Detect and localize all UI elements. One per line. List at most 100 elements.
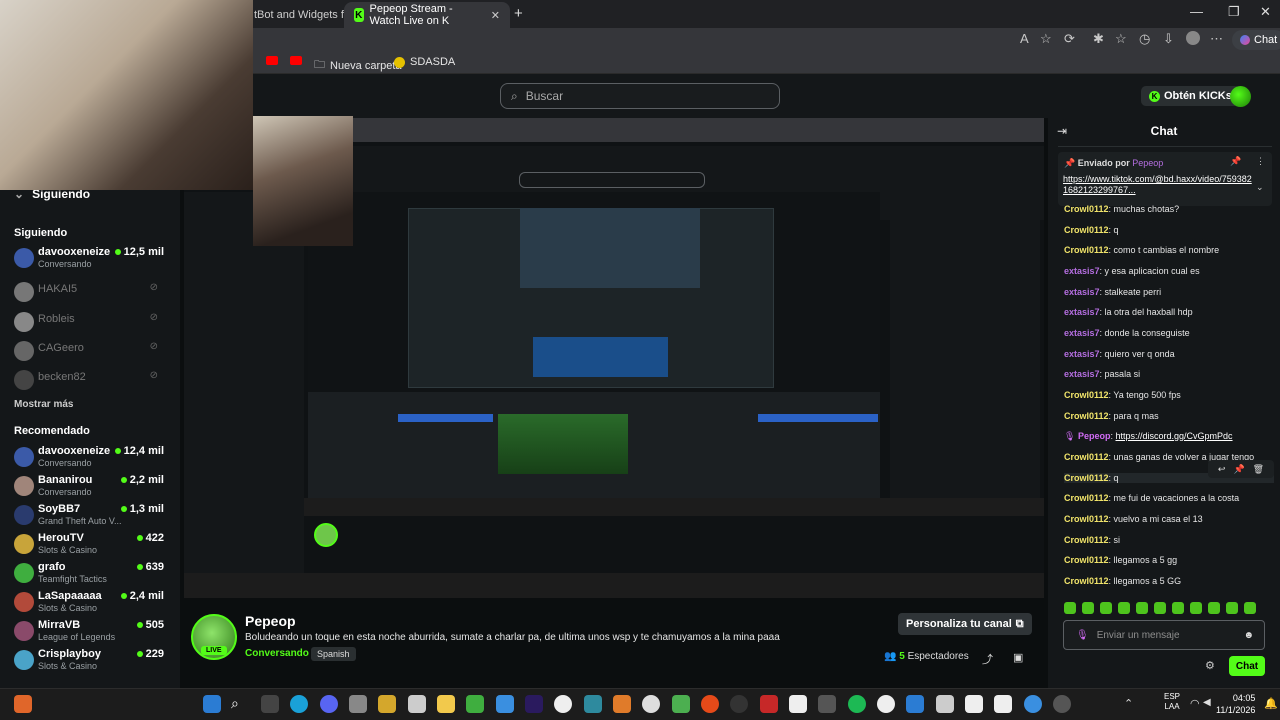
chat-username[interactable]: extasis7 xyxy=(1064,369,1100,379)
sidebar-rec-item[interactable]: MirraVB League of Legends 505 xyxy=(14,619,164,643)
search-icon[interactable]: ⌕ xyxy=(231,695,249,713)
download-icon[interactable]: ⇩ xyxy=(1163,31,1174,47)
spotify-icon[interactable] xyxy=(848,695,866,713)
emote-icon[interactable] xyxy=(1190,602,1202,614)
taskbar-app-icon[interactable] xyxy=(818,695,836,713)
tab-kick-stream[interactable]: K Pepeop Stream - Watch Live on K ✕ xyxy=(344,2,510,28)
chat-username[interactable]: Crowl0112 xyxy=(1064,204,1109,214)
chat-username[interactable]: Crowl0112 xyxy=(1064,555,1109,565)
pinned-by-user[interactable]: Pepeop xyxy=(1132,158,1163,168)
search-input[interactable]: ⌕ Buscar xyxy=(500,83,780,109)
sidebar-rec-item[interactable]: grafo Teamfight Tactics 639 xyxy=(14,561,164,585)
show-more-link[interactable]: Mostrar más xyxy=(14,399,73,410)
chat-username[interactable]: extasis7 xyxy=(1064,307,1100,317)
settings-icon[interactable] xyxy=(349,695,367,713)
chat-username[interactable]: Crowl0112 xyxy=(1064,535,1109,545)
sidebar-item-hakai5[interactable]: HAKAI5 ⊘ xyxy=(14,280,164,304)
adobe-animate-icon[interactable] xyxy=(525,695,543,713)
taskbar-app-icon[interactable] xyxy=(613,695,631,713)
delete-icon[interactable]: 🗑 xyxy=(1253,464,1264,475)
bookmark-youtube-1[interactable] xyxy=(266,56,278,65)
task-view-icon[interactable] xyxy=(261,695,279,713)
chat-settings-icon[interactable]: ⚙ xyxy=(1205,659,1215,672)
sidebar-rec-item[interactable]: LaSapaaaaa Slots & Casino 2,4 mil xyxy=(14,590,164,614)
customize-channel-button[interactable]: Personaliza tu canal ⧉ xyxy=(898,613,1032,635)
taskbar-app-icon[interactable] xyxy=(14,695,32,713)
chat-username[interactable]: Crowl0112 xyxy=(1064,473,1109,483)
minimize-icon[interactable]: — xyxy=(1190,4,1203,19)
bookmark-sdasda[interactable]: SDASDA xyxy=(394,56,455,68)
taskbar-app-icon[interactable] xyxy=(408,695,426,713)
chat-username[interactable]: Crowl0112 xyxy=(1064,576,1109,586)
discord-icon[interactable] xyxy=(320,695,338,713)
taskbar-app-icon[interactable] xyxy=(1024,695,1042,713)
taskbar-app-icon[interactable] xyxy=(554,695,572,713)
wifi-icon[interactable]: ◠ xyxy=(1190,697,1200,710)
chat-username[interactable]: extasis7 xyxy=(1064,287,1100,297)
edge-icon[interactable] xyxy=(290,695,308,713)
chat-username[interactable]: Crowl0112 xyxy=(1064,245,1109,255)
emote-icon[interactable] xyxy=(1100,602,1112,614)
file-explorer-icon[interactable] xyxy=(437,695,455,713)
taskbar-app-icon[interactable] xyxy=(994,695,1012,713)
obs-icon[interactable] xyxy=(730,695,748,713)
chat-link[interactable]: https://discord.gg/CvGpmPdc xyxy=(1115,431,1232,441)
taskbar-app-icon[interactable] xyxy=(760,695,778,713)
emoji-picker-icon[interactable]: ☻ xyxy=(1243,630,1254,641)
sidebar-rec-item[interactable]: HerouTV Slots & Casino 422 xyxy=(14,532,164,556)
new-tab-icon[interactable]: + xyxy=(514,5,523,22)
chat-username[interactable]: Crowl0112 xyxy=(1064,452,1109,462)
favorites-icon[interactable]: ☆ xyxy=(1115,31,1127,47)
send-chat-button[interactable]: Chat xyxy=(1229,656,1265,676)
taskbar-app-icon[interactable] xyxy=(965,695,983,713)
streamer-name[interactable]: Pepeop xyxy=(245,613,296,629)
sidebar-rec-item[interactable]: Crisplayboy Slots & Casino 229 xyxy=(14,648,164,672)
share-icon[interactable]: ⤴ xyxy=(982,651,993,667)
close-window-icon[interactable]: ✕ xyxy=(1260,4,1271,20)
emote-icon[interactable] xyxy=(1154,602,1166,614)
system-clock[interactable]: 04:05 11/1/2026 xyxy=(1216,692,1255,716)
chat-username[interactable]: Pepeop xyxy=(1078,431,1111,441)
chat-message-input[interactable]: 🎙 Enviar un mensaje ☻ xyxy=(1063,620,1265,650)
chat-username[interactable]: Crowl0112 xyxy=(1064,390,1109,400)
taskbar-app-icon[interactable] xyxy=(672,695,690,713)
stream-category[interactable]: Conversando xyxy=(245,648,309,659)
chat-username[interactable]: extasis7 xyxy=(1064,349,1100,359)
emote-icon[interactable] xyxy=(1226,602,1238,614)
emote-icon[interactable] xyxy=(1082,602,1094,614)
reply-icon[interactable]: ↩ xyxy=(1218,464,1226,475)
taskbar-app-icon[interactable] xyxy=(936,695,954,713)
theater-mode-icon[interactable]: ▣ xyxy=(1013,651,1023,664)
expand-pinned-icon[interactable]: ⌄ xyxy=(1256,182,1264,193)
chat-username[interactable]: Crowl0112 xyxy=(1064,514,1109,524)
taskbar-app-icon[interactable] xyxy=(789,695,807,713)
start-icon[interactable] xyxy=(203,695,221,713)
taskbar-app-icon[interactable] xyxy=(496,695,514,713)
chat-username[interactable]: extasis7 xyxy=(1064,266,1100,276)
taskbar-app-icon[interactable] xyxy=(466,695,484,713)
taskbar-app-icon[interactable] xyxy=(378,695,396,713)
sidebar-item-becken82[interactable]: becken82 ⊘ xyxy=(14,368,164,392)
emote-icon[interactable] xyxy=(1172,602,1184,614)
more-menu-icon[interactable]: ⋯ xyxy=(1210,31,1223,47)
language-tag[interactable]: Spanish xyxy=(311,647,356,661)
emote-icon[interactable] xyxy=(1064,602,1076,614)
history-icon[interactable]: ◷ xyxy=(1139,31,1150,47)
sidebar-rec-item[interactable]: davooxeneize Conversando 12,4 mil xyxy=(14,445,164,469)
profile-avatar[interactable] xyxy=(1186,31,1200,45)
chat-username[interactable]: Crowl0112 xyxy=(1064,411,1109,421)
extensions-icon[interactable]: ✱ xyxy=(1093,31,1104,47)
get-kicks-button[interactable]: K Obtén KICKs xyxy=(1141,86,1240,106)
taskbar-app-icon[interactable] xyxy=(701,695,719,713)
sidebar-item-cageero[interactable]: CAGeero ⊘ xyxy=(14,339,164,363)
maximize-icon[interactable]: ❐ xyxy=(1228,4,1240,20)
emote-icon[interactable] xyxy=(1118,602,1130,614)
sidebar-item-robleis[interactable]: Robleis ⊘ xyxy=(14,310,164,334)
refresh-icon[interactable]: ⟳ xyxy=(1064,31,1075,47)
show-hidden-icons-icon[interactable]: ⌃ xyxy=(1124,697,1133,710)
sidebar-rec-item[interactable]: SoyBB7 Grand Theft Auto V... 1,3 mil xyxy=(14,503,164,527)
input-language[interactable]: ESP LAA xyxy=(1164,692,1180,712)
chat-username[interactable]: extasis7 xyxy=(1064,328,1100,338)
taskbar-app-icon[interactable] xyxy=(1053,695,1071,713)
taskbar-app-icon[interactable] xyxy=(642,695,660,713)
